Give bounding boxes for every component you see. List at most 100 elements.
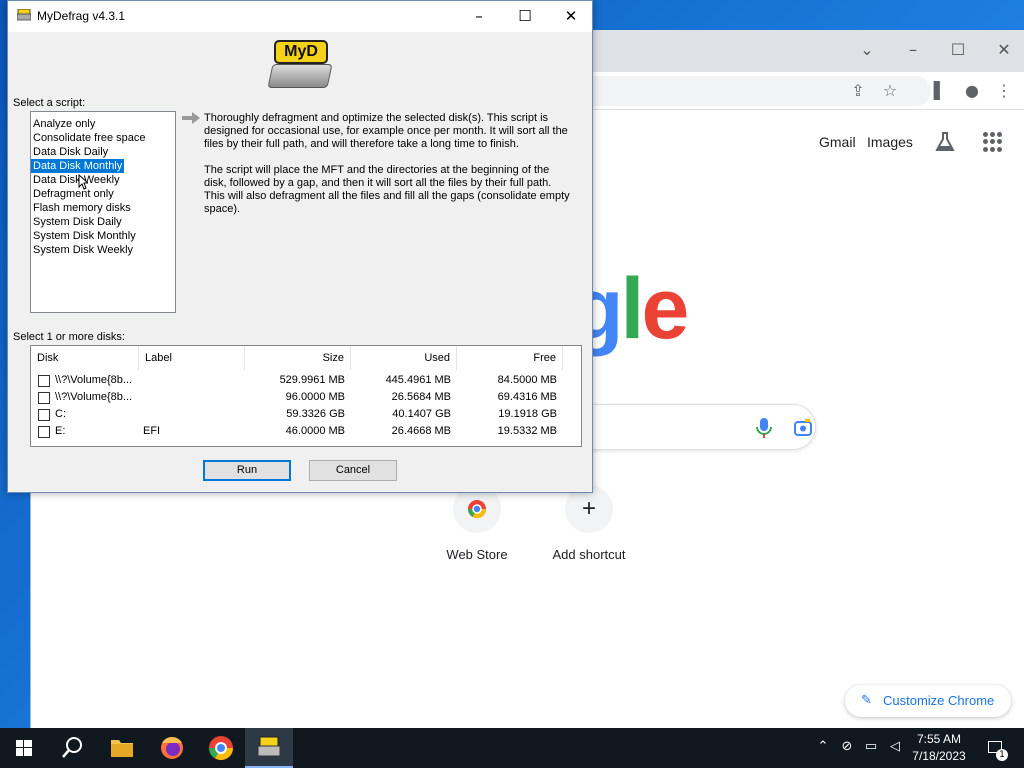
disk-checkbox[interactable] — [38, 392, 50, 404]
table-row[interactable]: \\?\Volume{8b... 529.9961 MB 445.4961 MB 84… — [31, 372, 581, 389]
cell-disk: E: — [55, 425, 66, 437]
dialog-titlebar[interactable]: MyDefrag v4.3.1 – ☐ ✕ — [8, 1, 592, 32]
chrome-icon — [209, 736, 233, 761]
mydefrag-app-icon — [17, 9, 31, 21]
script-label: Select a script: — [13, 97, 86, 109]
firefox-button[interactable] — [148, 728, 196, 768]
script-list-item[interactable]: Analyze only — [31, 114, 175, 130]
chrome-button[interactable] — [197, 728, 245, 768]
windows-icon — [16, 740, 32, 756]
script-list-item[interactable]: Consolidate free space — [31, 128, 175, 144]
mouse-cursor-icon — [78, 174, 88, 190]
customize-chrome-button[interactable]: ✎ Customize Chrome — [845, 685, 1011, 717]
microphone-icon[interactable] — [755, 417, 773, 439]
cell-free: 19.5332 MB — [497, 425, 557, 437]
minimize-icon[interactable]: – — [456, 1, 502, 32]
column-header-size[interactable]: Size — [245, 346, 351, 370]
script-listbox[interactable]: Analyze only Consolidate free space Data D… — [30, 111, 176, 313]
logo-text: MyD — [274, 40, 328, 64]
cell-free: 19.1918 GB — [498, 408, 557, 420]
run-button[interactable]: Run — [203, 460, 291, 481]
close-icon[interactable]: ✕ — [992, 38, 1016, 62]
disk-table: Disk Label Size Used Free \\?\Volume{8b.… — [30, 345, 582, 447]
search-button[interactable] — [48, 728, 96, 768]
script-list-item[interactable]: Data Disk Daily — [31, 142, 175, 158]
minimize-icon[interactable]: – — [901, 38, 925, 62]
images-link[interactable]: Images — [867, 134, 913, 150]
clock-date[interactable]: 7/18/2023 — [906, 749, 972, 763]
shortcut-add[interactable]: + Add shortcut — [529, 485, 649, 562]
share-icon[interactable]: ⇪ — [847, 80, 869, 102]
table-row[interactable]: C: 59.3326 GB 40.1407 GB 19.1918 GB — [31, 406, 581, 423]
cell-label: EFI — [143, 425, 161, 437]
labs-flask-icon[interactable] — [933, 130, 957, 154]
monitor-icon[interactable]: ▭ — [862, 738, 880, 756]
logo-letter-e: e — [641, 261, 689, 357]
disk-label: Select 1 or more disks: — [13, 331, 125, 343]
table-row[interactable]: \\?\Volume{8b... 96.0000 MB 26.5684 MB 69.4… — [31, 389, 581, 406]
network-icon[interactable]: ⊘ — [838, 738, 856, 756]
cell-size: 96.0000 MB — [285, 391, 345, 403]
dialog-title: MyDefrag v4.3.1 — [37, 9, 126, 23]
table-row[interactable]: E: EFI 46.0000 MB 26.4668 MB 19.5332 MB — [31, 423, 581, 440]
script-description: Thoroughly defragment and optimize the s… — [204, 112, 574, 229]
script-list-item[interactable]: Defragment only — [31, 184, 175, 200]
shortcut-label: Add shortcut — [552, 547, 626, 562]
script-list-item[interactable]: System Disk Daily — [31, 212, 175, 228]
mydefrag-app-icon — [257, 736, 281, 757]
maximize-icon[interactable]: ☐ — [946, 38, 970, 62]
close-icon[interactable]: ✕ — [548, 1, 594, 32]
cell-disk: C: — [55, 408, 66, 420]
cell-size: 529.9961 MB — [279, 374, 345, 386]
maximize-icon[interactable]: ☐ — [502, 1, 548, 32]
chevron-down-icon[interactable]: ⌄ — [855, 38, 879, 62]
profile-icon[interactable]: ● — [961, 80, 983, 102]
more-menu-icon[interactable]: ⋮ — [993, 80, 1015, 102]
mydefrag-logo: MyD — [267, 38, 333, 92]
column-header-used[interactable]: Used — [351, 346, 457, 370]
google-apps-icon[interactable] — [983, 132, 1003, 152]
customize-chrome-label: Customize Chrome — [883, 693, 995, 708]
script-list-item[interactable]: Data Disk Weekly — [31, 170, 175, 186]
start-button[interactable] — [0, 728, 48, 768]
disk-checkbox[interactable] — [38, 426, 50, 438]
script-list-item[interactable]: Flash memory disks — [31, 198, 175, 214]
cell-disk: \\?\Volume{8b... — [55, 391, 133, 403]
script-item-label: System Disk Weekly — [33, 244, 134, 256]
column-header-disk[interactable]: Disk — [31, 346, 139, 370]
cell-size: 46.0000 MB — [285, 425, 345, 437]
volume-muted-icon[interactable]: ◁ — [886, 738, 904, 756]
notification-center-icon[interactable]: 1 — [984, 738, 1008, 761]
script-list-item[interactable]: System Disk Weekly — [31, 240, 175, 256]
script-list-item[interactable]: System Disk Monthly — [31, 226, 175, 242]
file-explorer-button[interactable] — [98, 728, 146, 768]
taskbar: ⌃ ⊘ ▭ ◁ 7:55 AM 7/18/2023 1 — [0, 728, 1024, 768]
disk-checkbox[interactable] — [38, 375, 50, 387]
cancel-button[interactable]: Cancel — [309, 460, 397, 481]
cell-used: 26.4668 MB — [391, 425, 451, 437]
logo-letter-l: l — [620, 261, 645, 357]
cell-label — [143, 389, 243, 406]
clock-time[interactable]: 7:55 AM — [906, 732, 972, 746]
cell-size: 59.3326 GB — [286, 408, 345, 420]
disk-checkbox[interactable] — [38, 409, 50, 421]
chevron-up-icon[interactable]: ⌃ — [814, 738, 832, 756]
star-icon[interactable]: ☆ — [879, 80, 901, 102]
cell-disk: \\?\Volume{8b... — [55, 374, 133, 386]
cell-used: 445.4961 MB — [385, 374, 451, 386]
script-list-item[interactable]: Data Disk Monthly — [31, 156, 175, 173]
gmail-link[interactable]: Gmail — [819, 134, 856, 150]
camera-lens-icon[interactable] — [793, 418, 813, 438]
description-paragraph: Thoroughly defragment and optimize the s… — [204, 112, 568, 150]
mydefrag-dialog: MyDefrag v4.3.1 – ☐ ✕ MyD Select a scrip… — [7, 0, 593, 493]
mydefrag-taskbar-button[interactable] — [245, 728, 293, 768]
shortcut-label: Web Store — [446, 547, 508, 562]
shortcut-web-store[interactable]: Web Store — [417, 485, 537, 562]
column-header-label[interactable]: Label — [139, 346, 245, 370]
side-panel-icon[interactable]: ▌ — [929, 80, 951, 102]
firefox-icon — [161, 737, 183, 759]
column-header-free[interactable]: Free — [457, 346, 563, 370]
pencil-icon: ✎ — [861, 693, 872, 708]
description-paragraph: The script will place the MFT and the di… — [204, 164, 570, 215]
cell-free: 84.5000 MB — [497, 374, 557, 386]
